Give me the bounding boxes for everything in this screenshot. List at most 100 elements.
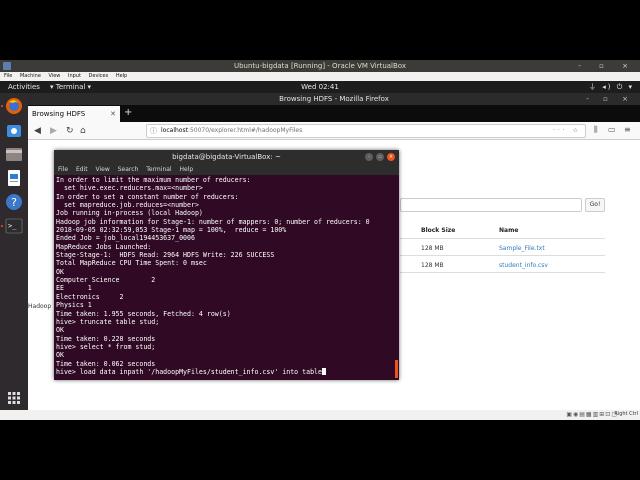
show-apps-icon[interactable] xyxy=(5,389,23,407)
ubuntu-topbar: Activities ▾ Terminal ▾ Wed 02:41 ⏚ ◂) ⏻… xyxy=(0,81,640,93)
virtualbox-titlebar: Ubuntu-bigdata [Running] - Oracle VM Vir… xyxy=(0,60,640,72)
files-icon[interactable] xyxy=(5,145,23,163)
reload-icon[interactable]: ↻ xyxy=(66,125,74,137)
site-info-icon[interactable]: ⓘ xyxy=(150,125,157,137)
go-button[interactable]: Go! xyxy=(585,198,605,212)
library-icon[interactable]: ⫼ xyxy=(594,125,598,135)
terminal-menubar: File Edit View Search Terminal Help xyxy=(54,164,399,175)
dock: ? >_ xyxy=(0,93,28,410)
terminal-menu-terminal[interactable]: Terminal xyxy=(146,166,171,173)
terminal-titlebar[interactable]: bigdata@bigdata-VirtualBox: ~ – ▫ × xyxy=(54,150,399,164)
url-path: :50070/explorer.html#/hadoopMyFiles xyxy=(187,127,303,134)
terminal-line: set hive.exec.reducers.max=<number> xyxy=(56,184,203,193)
terminal-line: set mapreduce.job.reduces=<number> xyxy=(56,201,199,210)
terminal-line: Physics 1 xyxy=(56,301,92,310)
vbox-menu-view[interactable]: View xyxy=(49,73,61,79)
tab-browsing-hdfs[interactable]: Browsing HDFS ✕ xyxy=(28,106,120,122)
virtualbox-window-controls[interactable]: - ▫ × xyxy=(578,60,636,72)
firefox-window-controls[interactable]: - ▫ × xyxy=(586,93,634,105)
virtualbox-icon xyxy=(3,62,11,70)
status-icons[interactable]: ▣◉▤▦▥⊞⊡▢ xyxy=(566,411,618,418)
terminal-line: Ended Job = job_local194453637_0006 xyxy=(56,234,195,243)
vbox-menu-input[interactable]: Input xyxy=(68,73,81,79)
row-2-block-size: 128 MB xyxy=(421,262,444,269)
tab-close-icon[interactable]: ✕ xyxy=(110,106,116,122)
terminal-line: OK xyxy=(56,351,64,360)
new-tab-icon[interactable]: + xyxy=(124,107,132,119)
tab-title: Browsing HDFS xyxy=(32,110,86,118)
vbox-menu-machine[interactable]: Machine xyxy=(20,73,41,79)
virtualbox-statusbar: ▣◉▤▦▥⊞⊡▢ Right Ctrl xyxy=(0,410,640,420)
firefox-icon[interactable] xyxy=(5,97,23,115)
terminal-cursor xyxy=(321,367,326,375)
column-block-size[interactable]: Block Size xyxy=(421,227,455,234)
hamburger-menu-icon[interactable]: ≡ xyxy=(624,125,631,134)
terminal-menu-edit[interactable]: Edit xyxy=(76,166,88,173)
terminal-scrollbar[interactable] xyxy=(395,360,398,378)
forward-icon[interactable]: ▶ xyxy=(50,125,57,137)
terminal-prompt-line[interactable]: hive> load data inpath '/hadoopMyFiles/s… xyxy=(56,367,394,376)
row-1-block-size: 128 MB xyxy=(421,245,444,252)
help-icon[interactable]: ? xyxy=(5,193,23,211)
url-host: localhost xyxy=(161,127,188,134)
terminal-line: Electronics 2 xyxy=(56,292,124,301)
back-icon[interactable]: ◀ xyxy=(34,125,41,137)
vbox-menu-devices[interactable]: Devices xyxy=(89,73,109,79)
page-actions-icon[interactable]: ··· ☆ xyxy=(553,125,581,137)
terminal-icon[interactable]: >_ xyxy=(5,217,23,235)
table-divider xyxy=(400,272,605,273)
terminal-menu-view[interactable]: View xyxy=(96,166,110,173)
firefox-tabstrip: Browsing HDFS ✕ + xyxy=(28,105,640,122)
firefox-titlebar: Browsing HDFS - Mozilla Firefox - ▫ × xyxy=(28,93,640,105)
terminal-line: hive> truncate table stud; xyxy=(56,317,160,326)
row-2-name-link[interactable]: student_info.csv xyxy=(499,262,548,269)
minimize-icon[interactable]: – xyxy=(365,153,373,161)
terminal-line: Total MapReduce CPU Time Spent: 0 msec xyxy=(56,259,207,268)
svg-text:?: ? xyxy=(11,196,17,209)
terminal-line: Time taken: 0.062 seconds xyxy=(56,359,156,368)
clock[interactable]: Wed 02:41 xyxy=(0,81,640,93)
running-indicator xyxy=(1,225,3,227)
terminal-line: Hadoop job information for Stage-1: numb… xyxy=(56,217,370,226)
screen: Ubuntu-bigdata [Running] - Oracle VM Vir… xyxy=(0,0,640,480)
vbox-menu-help[interactable]: Help xyxy=(116,73,127,79)
hadoop-footer-label: Hadoop xyxy=(28,303,52,310)
home-icon[interactable]: ⌂ xyxy=(80,125,86,137)
system-tray[interactable]: ⏚ ◂) ⏻ ▾ xyxy=(589,81,634,93)
firefox-window-title: Browsing HDFS - Mozilla Firefox xyxy=(279,95,389,103)
terminal-menu-file[interactable]: File xyxy=(58,166,68,173)
terminal-menu-help[interactable]: Help xyxy=(180,166,194,173)
svg-text:>_: >_ xyxy=(8,222,17,230)
terminal-line: Job running in-process (local Hadoop) xyxy=(56,209,203,218)
terminal-menu-search[interactable]: Search xyxy=(118,166,139,173)
terminal-line: MapReduce Jobs Launched: xyxy=(56,242,152,251)
terminal-line: Stage-Stage-1: HDFS Read: 2964 HDFS Writ… xyxy=(56,251,275,260)
terminal-line: OK xyxy=(56,267,64,276)
terminal-output[interactable]: In order to limit the maximum number of … xyxy=(56,176,394,378)
terminal-line: Time taken: 0.228 seconds xyxy=(56,334,156,343)
terminal-window[interactable]: bigdata@bigdata-VirtualBox: ~ – ▫ × File… xyxy=(54,150,399,380)
close-icon[interactable]: × xyxy=(387,153,395,161)
terminal-line: In order to set a constant number of red… xyxy=(56,192,239,201)
row-1-name-link[interactable]: Sample_File.txt xyxy=(499,245,545,252)
column-name[interactable]: Name xyxy=(499,227,518,234)
maximize-icon[interactable]: ▫ xyxy=(376,153,384,161)
virtualbox-menubar: File Machine View Input Devices Help xyxy=(0,72,640,81)
terminal-line: Computer Science 2 xyxy=(56,276,156,285)
search-input[interactable] xyxy=(400,198,582,212)
table-divider xyxy=(400,255,605,256)
ubuntu-software-icon[interactable] xyxy=(5,121,23,139)
libreoffice-writer-icon[interactable] xyxy=(5,169,23,187)
virtualbox-title: Ubuntu-bigdata [Running] - Oracle VM Vir… xyxy=(233,62,407,70)
sidebar-icon[interactable]: ▭ xyxy=(608,125,616,134)
host-key-label: Right Ctrl xyxy=(614,411,638,417)
terminal-line: EE 1 xyxy=(56,284,92,293)
url-bar[interactable]: ⓘ localhost:50070/explorer.html#/hadoopM… xyxy=(146,124,586,138)
running-indicator xyxy=(1,105,3,107)
terminal-prompt-text: hive> load data inpath '/hadoopMyFiles/s… xyxy=(56,367,322,376)
terminal-title: bigdata@bigdata-VirtualBox: ~ xyxy=(172,153,281,161)
table-divider xyxy=(400,238,605,239)
terminal-line: 2018-09-05 02:32:59,053 Stage-1 map = 10… xyxy=(56,226,287,235)
terminal-line: In order to limit the maximum number of … xyxy=(56,176,251,184)
vbox-menu-file[interactable]: File xyxy=(4,73,12,79)
